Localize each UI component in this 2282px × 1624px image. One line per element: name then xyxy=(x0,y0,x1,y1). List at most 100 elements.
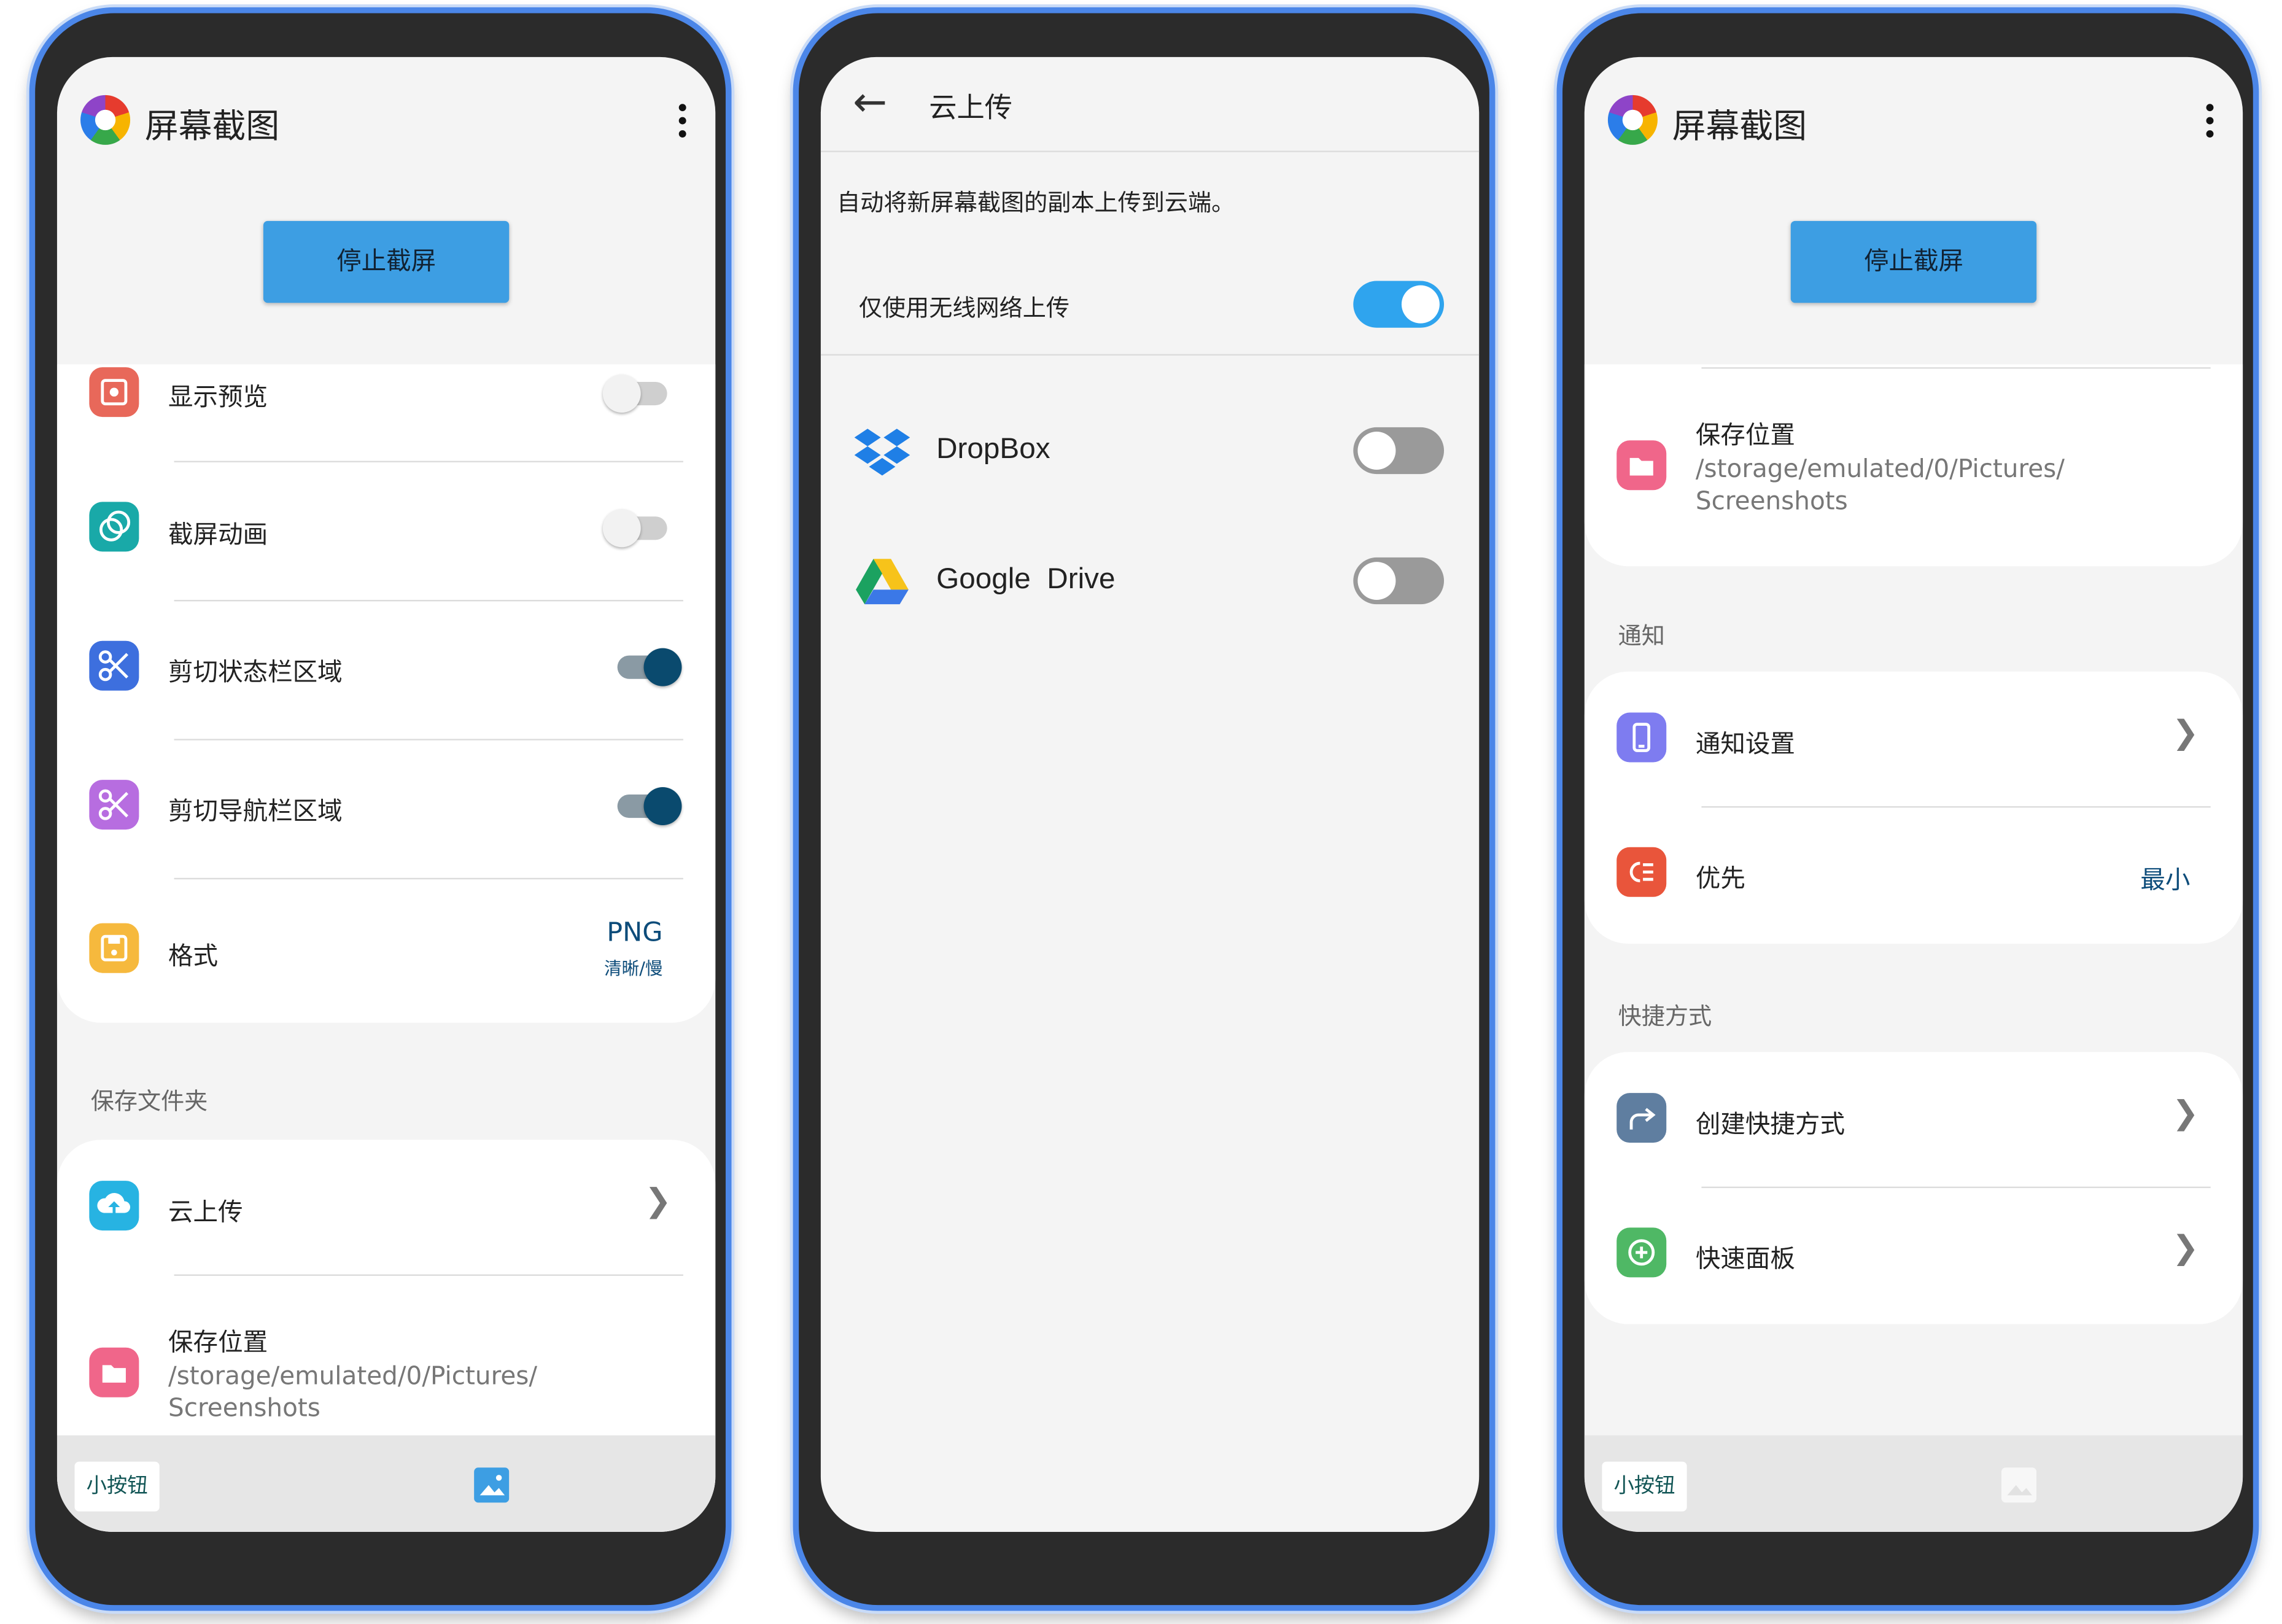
app-bar: 屏幕截图 xyxy=(1585,57,2243,192)
app-logo-icon xyxy=(80,95,131,145)
priority-value: 最小 xyxy=(2140,866,2191,896)
folder-icon xyxy=(1616,440,1667,491)
save-location-path: /storage/emulated/0/Pictures/ Screenshot… xyxy=(168,1362,538,1424)
setting-capture-animation[interactable]: 截屏动画 xyxy=(57,502,715,589)
image-icon[interactable] xyxy=(474,1467,510,1503)
phone-frame-2: ← 云上传 自动将新屏幕截图的副本上传到云端。 仅使用无线网络上传 DropBo… xyxy=(793,7,1496,1611)
overflow-menu-icon[interactable] xyxy=(675,104,689,145)
crop-nav-bar-toggle[interactable] xyxy=(617,787,682,826)
setting-crop-status-bar[interactable]: 剪切状态栏区域 xyxy=(57,639,715,727)
scissors-icon xyxy=(89,780,139,830)
wifi-only-label: 仅使用无线网络上传 xyxy=(858,293,1070,322)
showcase-stage: 屏幕截图 停止截屏 显示预览 截屏动画 剪切状态栏区域 剪切导航栏区域 格式 P… xyxy=(0,0,2282,1624)
screen-main-settings: 屏幕截图 停止截屏 显示预览 截屏动画 剪切状态栏区域 剪切导航栏区域 格式 P… xyxy=(56,56,716,1533)
format-note: 清晰/慢 xyxy=(604,958,663,979)
setting-label: 显示预览 xyxy=(168,383,268,413)
notify-settings-row[interactable]: 通知设置 ❯ xyxy=(1585,712,2243,771)
bottom-bar: 小按钮 xyxy=(56,1435,716,1533)
divider xyxy=(174,739,683,740)
dropbox-icon xyxy=(853,423,911,481)
divider xyxy=(174,1274,683,1276)
divider xyxy=(820,354,1480,356)
setting-label: 剪切导航栏区域 xyxy=(168,797,343,827)
dropbox-row[interactable]: DropBox xyxy=(821,416,1479,489)
cloud-upload-icon xyxy=(89,1181,139,1231)
quick-panel-row[interactable]: 快速面板 ❯ xyxy=(1585,1227,2243,1286)
setting-show-preview[interactable]: 显示预览 xyxy=(57,364,715,467)
overflow-menu-icon[interactable] xyxy=(2202,104,2216,145)
setting-label: 截屏动画 xyxy=(168,521,268,551)
app-title: 屏幕截图 xyxy=(144,108,280,147)
create-shortcut-row[interactable]: 创建快捷方式 ❯ xyxy=(1585,1093,2243,1151)
screen-cloud-upload: ← 云上传 自动将新屏幕截图的副本上传到云端。 仅使用无线网络上传 DropBo… xyxy=(820,56,1480,1533)
setting-crop-nav-bar[interactable]: 剪切导航栏区域 xyxy=(57,779,715,866)
divider xyxy=(174,600,683,602)
chevron-right-icon: ❯ xyxy=(644,1183,672,1221)
section-title-save-folder: 保存文件夹 xyxy=(90,1087,208,1115)
upload-description: 自动将新屏幕截图的副本上传到云端。 xyxy=(837,188,1235,217)
notify-card: 通知设置 ❯ 优先 最小 xyxy=(1584,671,2243,944)
google-drive-toggle[interactable] xyxy=(1353,557,1445,605)
cloud-upload-label: 云上传 xyxy=(168,1198,243,1228)
image-icon[interactable] xyxy=(2001,1467,2037,1503)
save-card: 保存位置 /storage/emulated/0/Pictures/ Scree… xyxy=(1584,364,2243,567)
chevron-right-icon: ❯ xyxy=(2171,715,2199,752)
shortcut-card: 创建快捷方式 ❯ 快速面板 ❯ xyxy=(1584,1052,2243,1324)
divider xyxy=(174,460,683,463)
add-circle-icon xyxy=(1616,1227,1667,1278)
stop-capture-button[interactable]: 停止截屏 xyxy=(1790,220,2037,303)
save-location-label: 保存位置 xyxy=(1695,421,1795,451)
save-location-row[interactable]: 保存位置 /storage/emulated/0/Pictures/ Scree… xyxy=(57,1315,715,1447)
folder-icon xyxy=(89,1347,139,1397)
capture-animation-toggle[interactable] xyxy=(602,509,667,548)
save-location-label: 保存位置 xyxy=(168,1328,268,1358)
quick-panel-label: 快速面板 xyxy=(1695,1245,1795,1275)
mini-button[interactable]: 小按钮 xyxy=(1602,1461,1687,1512)
priority-icon xyxy=(1616,847,1667,897)
back-arrow-icon[interactable]: ← xyxy=(853,77,887,126)
crop-status-bar-toggle[interactable] xyxy=(617,648,682,686)
google-drive-row[interactable]: Google Drive xyxy=(821,546,1479,619)
page-title: 云上传 xyxy=(929,92,1013,125)
show-preview-toggle[interactable] xyxy=(602,375,667,413)
section-title-shortcut: 快捷方式 xyxy=(1618,1002,1712,1030)
app-title: 屏幕截图 xyxy=(1672,108,1807,147)
settings-card: 显示预览 截屏动画 剪切状态栏区域 剪切导航栏区域 格式 PNG 清晰/慢 xyxy=(56,364,716,1023)
wifi-only-toggle[interactable] xyxy=(1353,281,1445,328)
priority-row[interactable]: 优先 最小 xyxy=(1585,847,2243,906)
notify-settings-label: 通知设置 xyxy=(1695,730,1795,760)
save-disk-icon xyxy=(89,923,139,973)
eye-icon xyxy=(89,367,139,418)
chevron-right-icon: ❯ xyxy=(2171,1095,2199,1133)
app-logo-icon xyxy=(1607,95,1658,145)
cloud-upload-row[interactable]: 云上传 ❯ xyxy=(57,1181,715,1239)
share-arrow-icon xyxy=(1616,1093,1667,1143)
mini-button[interactable]: 小按钮 xyxy=(74,1461,160,1512)
divider xyxy=(820,150,1480,152)
dropbox-label: DropBox xyxy=(936,433,1050,465)
scissors-icon xyxy=(89,640,139,691)
dropbox-toggle[interactable] xyxy=(1353,427,1445,475)
priority-label: 优先 xyxy=(1695,864,1745,895)
setting-format[interactable]: 格式 PNG 清晰/慢 xyxy=(57,917,715,1008)
animation-icon xyxy=(89,502,139,552)
setting-label: 剪切状态栏区域 xyxy=(168,658,343,688)
divider xyxy=(174,877,683,880)
save-location-row[interactable]: 保存位置 /storage/emulated/0/Pictures/ Scree… xyxy=(1585,408,2243,540)
format-value: PNG xyxy=(607,917,663,949)
setting-label: 格式 xyxy=(168,942,219,972)
create-shortcut-label: 创建快捷方式 xyxy=(1695,1110,1845,1140)
section-title-notify: 通知 xyxy=(1618,621,1665,650)
app-bar: 屏幕截图 xyxy=(57,57,715,192)
chevron-right-icon: ❯ xyxy=(2171,1230,2199,1267)
divider xyxy=(1701,1186,2211,1188)
divider xyxy=(1701,806,2211,808)
stop-capture-button[interactable]: 停止截屏 xyxy=(263,220,510,303)
phone-icon xyxy=(1616,712,1667,763)
wifi-only-row[interactable]: 仅使用无线网络上传 xyxy=(821,276,1479,335)
google-drive-icon xyxy=(853,553,911,612)
phone-frame-1: 屏幕截图 停止截屏 显示预览 截屏动画 剪切状态栏区域 剪切导航栏区域 格式 P… xyxy=(29,7,732,1611)
save-location-path: /storage/emulated/0/Pictures/ Screenshot… xyxy=(1695,455,2065,517)
screen-more-settings: 屏幕截图 停止截屏 保存位置 /storage/emulated/0/Pictu… xyxy=(1584,56,2243,1533)
google-drive-label: Google Drive xyxy=(936,563,1116,596)
